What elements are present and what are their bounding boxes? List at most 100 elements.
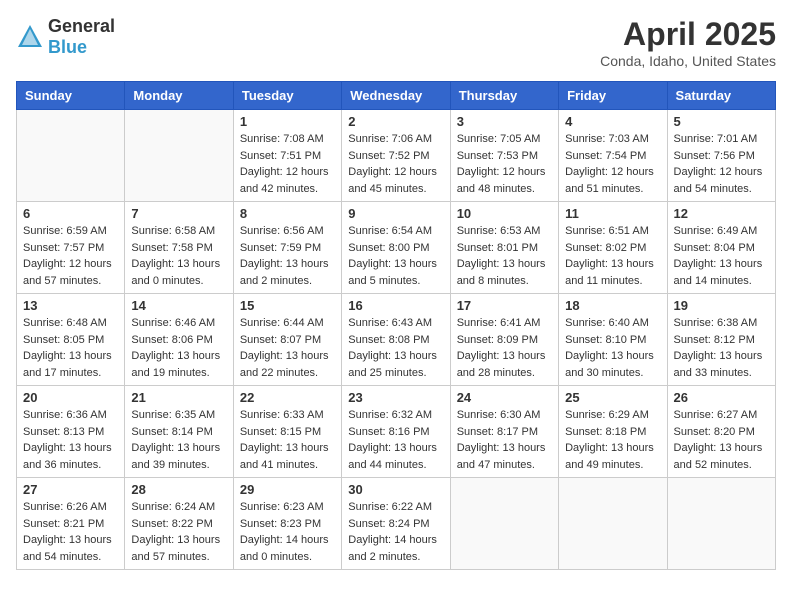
logo: General Blue (16, 16, 115, 58)
calendar-cell: 13 Sunrise: 6:48 AM Sunset: 8:05 PM Dayli… (17, 294, 125, 386)
day-info: Sunrise: 6:56 AM Sunset: 7:59 PM Dayligh… (240, 223, 335, 289)
calendar-cell: 17Sunrise: 6:41 AM Sunset: 8:09 PM Dayli… (450, 294, 558, 386)
day-info: Sunrise: 6:27 AM Sunset: 8:20 PM Dayligh… (674, 407, 769, 473)
day-info: Sunrise: 6:36 AM Sunset: 8:13 PM Dayligh… (23, 407, 118, 473)
calendar-cell: 25 Sunrise: 6:29 AM Sunset: 8:18 PM Dayli… (559, 386, 667, 478)
location-title: Conda, Idaho, United States (600, 53, 776, 69)
day-info: Sunrise: 6:44 AM Sunset: 8:07 PM Dayligh… (240, 315, 335, 381)
calendar-cell: 20 Sunrise: 6:36 AM Sunset: 8:13 PM Dayli… (17, 386, 125, 478)
calendar-cell: 30 Sunrise: 6:22 AM Sunset: 8:24 PM Dayli… (342, 478, 450, 570)
day-number: 30 (348, 482, 443, 497)
calendar-cell (450, 478, 558, 570)
calendar-cell: 2 Sunrise: 7:06 AM Sunset: 7:52 PM Daylig… (342, 110, 450, 202)
day-info: Sunrise: 6:26 AM Sunset: 8:21 PM Dayligh… (23, 499, 118, 565)
calendar-cell: 27Sunrise: 6:26 AM Sunset: 8:21 PM Dayli… (17, 478, 125, 570)
day-number: 17 (457, 298, 552, 313)
day-info: Sunrise: 6:46 AM Sunset: 8:06 PM Dayligh… (131, 315, 226, 381)
day-number: 12 (674, 206, 769, 221)
calendar-cell: 16 Sunrise: 6:43 AM Sunset: 8:08 PM Dayli… (342, 294, 450, 386)
day-number: 2 (348, 114, 443, 129)
calendar-cell: 28Sunrise: 6:24 AM Sunset: 8:22 PM Dayli… (125, 478, 233, 570)
calendar-cell: 26 Sunrise: 6:27 AM Sunset: 8:20 PM Dayli… (667, 386, 775, 478)
day-info: Sunrise: 6:43 AM Sunset: 8:08 PM Dayligh… (348, 315, 443, 381)
calendar-cell: 15 Sunrise: 6:44 AM Sunset: 8:07 PM Dayli… (233, 294, 341, 386)
calendar-cell: 4 Sunrise: 7:03 AM Sunset: 7:54 PM Daylig… (559, 110, 667, 202)
week-row-2: 6 Sunrise: 6:59 AM Sunset: 7:57 PM Daylig… (17, 202, 776, 294)
calendar-cell: 19Sunrise: 6:38 AM Sunset: 8:12 PM Dayli… (667, 294, 775, 386)
day-number: 19 (674, 298, 769, 313)
day-info: Sunrise: 6:40 AM Sunset: 8:10 PM Dayligh… (565, 315, 660, 381)
day-number: 24 (457, 390, 552, 405)
calendar-cell: 5Sunrise: 7:01 AM Sunset: 7:56 PM Daylig… (667, 110, 775, 202)
day-number: 16 (348, 298, 443, 313)
day-number: 9 (348, 206, 443, 221)
day-number: 18 (565, 298, 660, 313)
day-info: Sunrise: 7:03 AM Sunset: 7:54 PM Dayligh… (565, 131, 660, 197)
week-row-1: 1 Sunrise: 7:08 AM Sunset: 7:51 PM Daylig… (17, 110, 776, 202)
day-number: 25 (565, 390, 660, 405)
calendar-cell: 10 Sunrise: 6:53 AM Sunset: 8:01 PM Dayli… (450, 202, 558, 294)
day-info: Sunrise: 7:06 AM Sunset: 7:52 PM Dayligh… (348, 131, 443, 197)
day-info: Sunrise: 6:51 AM Sunset: 8:02 PM Dayligh… (565, 223, 660, 289)
calendar-cell: 1 Sunrise: 7:08 AM Sunset: 7:51 PM Daylig… (233, 110, 341, 202)
day-number: 4 (565, 114, 660, 129)
header: General Blue April 2025 Conda, Idaho, Un… (16, 16, 776, 69)
week-row-5: 27Sunrise: 6:26 AM Sunset: 8:21 PM Dayli… (17, 478, 776, 570)
day-info: Sunrise: 6:48 AM Sunset: 8:05 PM Dayligh… (23, 315, 118, 381)
day-info: Sunrise: 7:05 AM Sunset: 7:53 PM Dayligh… (457, 131, 552, 197)
day-header-friday: Friday (559, 82, 667, 110)
day-number: 15 (240, 298, 335, 313)
calendar-cell: 11 Sunrise: 6:51 AM Sunset: 8:02 PM Dayli… (559, 202, 667, 294)
month-title: April 2025 (600, 16, 776, 53)
day-number: 29 (240, 482, 335, 497)
day-number: 10 (457, 206, 552, 221)
day-number: 21 (131, 390, 226, 405)
day-number: 3 (457, 114, 552, 129)
day-info: Sunrise: 6:49 AM Sunset: 8:04 PM Dayligh… (674, 223, 769, 289)
day-number: 14 (131, 298, 226, 313)
calendar-cell: 6 Sunrise: 6:59 AM Sunset: 7:57 PM Daylig… (17, 202, 125, 294)
day-info: Sunrise: 6:30 AM Sunset: 8:17 PM Dayligh… (457, 407, 552, 473)
week-row-3: 13 Sunrise: 6:48 AM Sunset: 8:05 PM Dayli… (17, 294, 776, 386)
day-info: Sunrise: 6:35 AM Sunset: 8:14 PM Dayligh… (131, 407, 226, 473)
calendar-cell (125, 110, 233, 202)
calendar-cell (667, 478, 775, 570)
calendar-cell: 8 Sunrise: 6:56 AM Sunset: 7:59 PM Daylig… (233, 202, 341, 294)
day-number: 5 (674, 114, 769, 129)
day-header-monday: Monday (125, 82, 233, 110)
calendar-cell: 9 Sunrise: 6:54 AM Sunset: 8:00 PM Daylig… (342, 202, 450, 294)
day-info: Sunrise: 6:32 AM Sunset: 8:16 PM Dayligh… (348, 407, 443, 473)
logo-icon (16, 23, 44, 51)
calendar-cell: 24 Sunrise: 6:30 AM Sunset: 8:17 PM Dayli… (450, 386, 558, 478)
day-number: 6 (23, 206, 118, 221)
day-info: Sunrise: 7:08 AM Sunset: 7:51 PM Dayligh… (240, 131, 335, 197)
day-number: 13 (23, 298, 118, 313)
calendar: SundayMondayTuesdayWednesdayThursdayFrid… (16, 81, 776, 570)
day-header-saturday: Saturday (667, 82, 775, 110)
logo-blue-text: Blue (48, 37, 87, 57)
day-number: 23 (348, 390, 443, 405)
day-header-tuesday: Tuesday (233, 82, 341, 110)
day-number: 1 (240, 114, 335, 129)
calendar-cell: 3 Sunrise: 7:05 AM Sunset: 7:53 PM Daylig… (450, 110, 558, 202)
day-info: Sunrise: 6:23 AM Sunset: 8:23 PM Dayligh… (240, 499, 335, 565)
day-number: 20 (23, 390, 118, 405)
day-info: Sunrise: 6:59 AM Sunset: 7:57 PM Dayligh… (23, 223, 118, 289)
calendar-cell (17, 110, 125, 202)
day-info: Sunrise: 6:33 AM Sunset: 8:15 PM Dayligh… (240, 407, 335, 473)
day-number: 28 (131, 482, 226, 497)
week-row-4: 20 Sunrise: 6:36 AM Sunset: 8:13 PM Dayli… (17, 386, 776, 478)
day-info: Sunrise: 6:22 AM Sunset: 8:24 PM Dayligh… (348, 499, 443, 565)
calendar-cell (559, 478, 667, 570)
day-number: 26 (674, 390, 769, 405)
calendar-cell: 14 Sunrise: 6:46 AM Sunset: 8:06 PM Dayli… (125, 294, 233, 386)
day-number: 11 (565, 206, 660, 221)
day-info: Sunrise: 6:54 AM Sunset: 8:00 PM Dayligh… (348, 223, 443, 289)
day-header-thursday: Thursday (450, 82, 558, 110)
day-info: Sunrise: 6:29 AM Sunset: 8:18 PM Dayligh… (565, 407, 660, 473)
calendar-cell: 23 Sunrise: 6:32 AM Sunset: 8:16 PM Dayli… (342, 386, 450, 478)
days-header-row: SundayMondayTuesdayWednesdayThursdayFrid… (17, 82, 776, 110)
day-info: Sunrise: 6:58 AM Sunset: 7:58 PM Dayligh… (131, 223, 226, 289)
day-number: 8 (240, 206, 335, 221)
day-info: Sunrise: 6:53 AM Sunset: 8:01 PM Dayligh… (457, 223, 552, 289)
